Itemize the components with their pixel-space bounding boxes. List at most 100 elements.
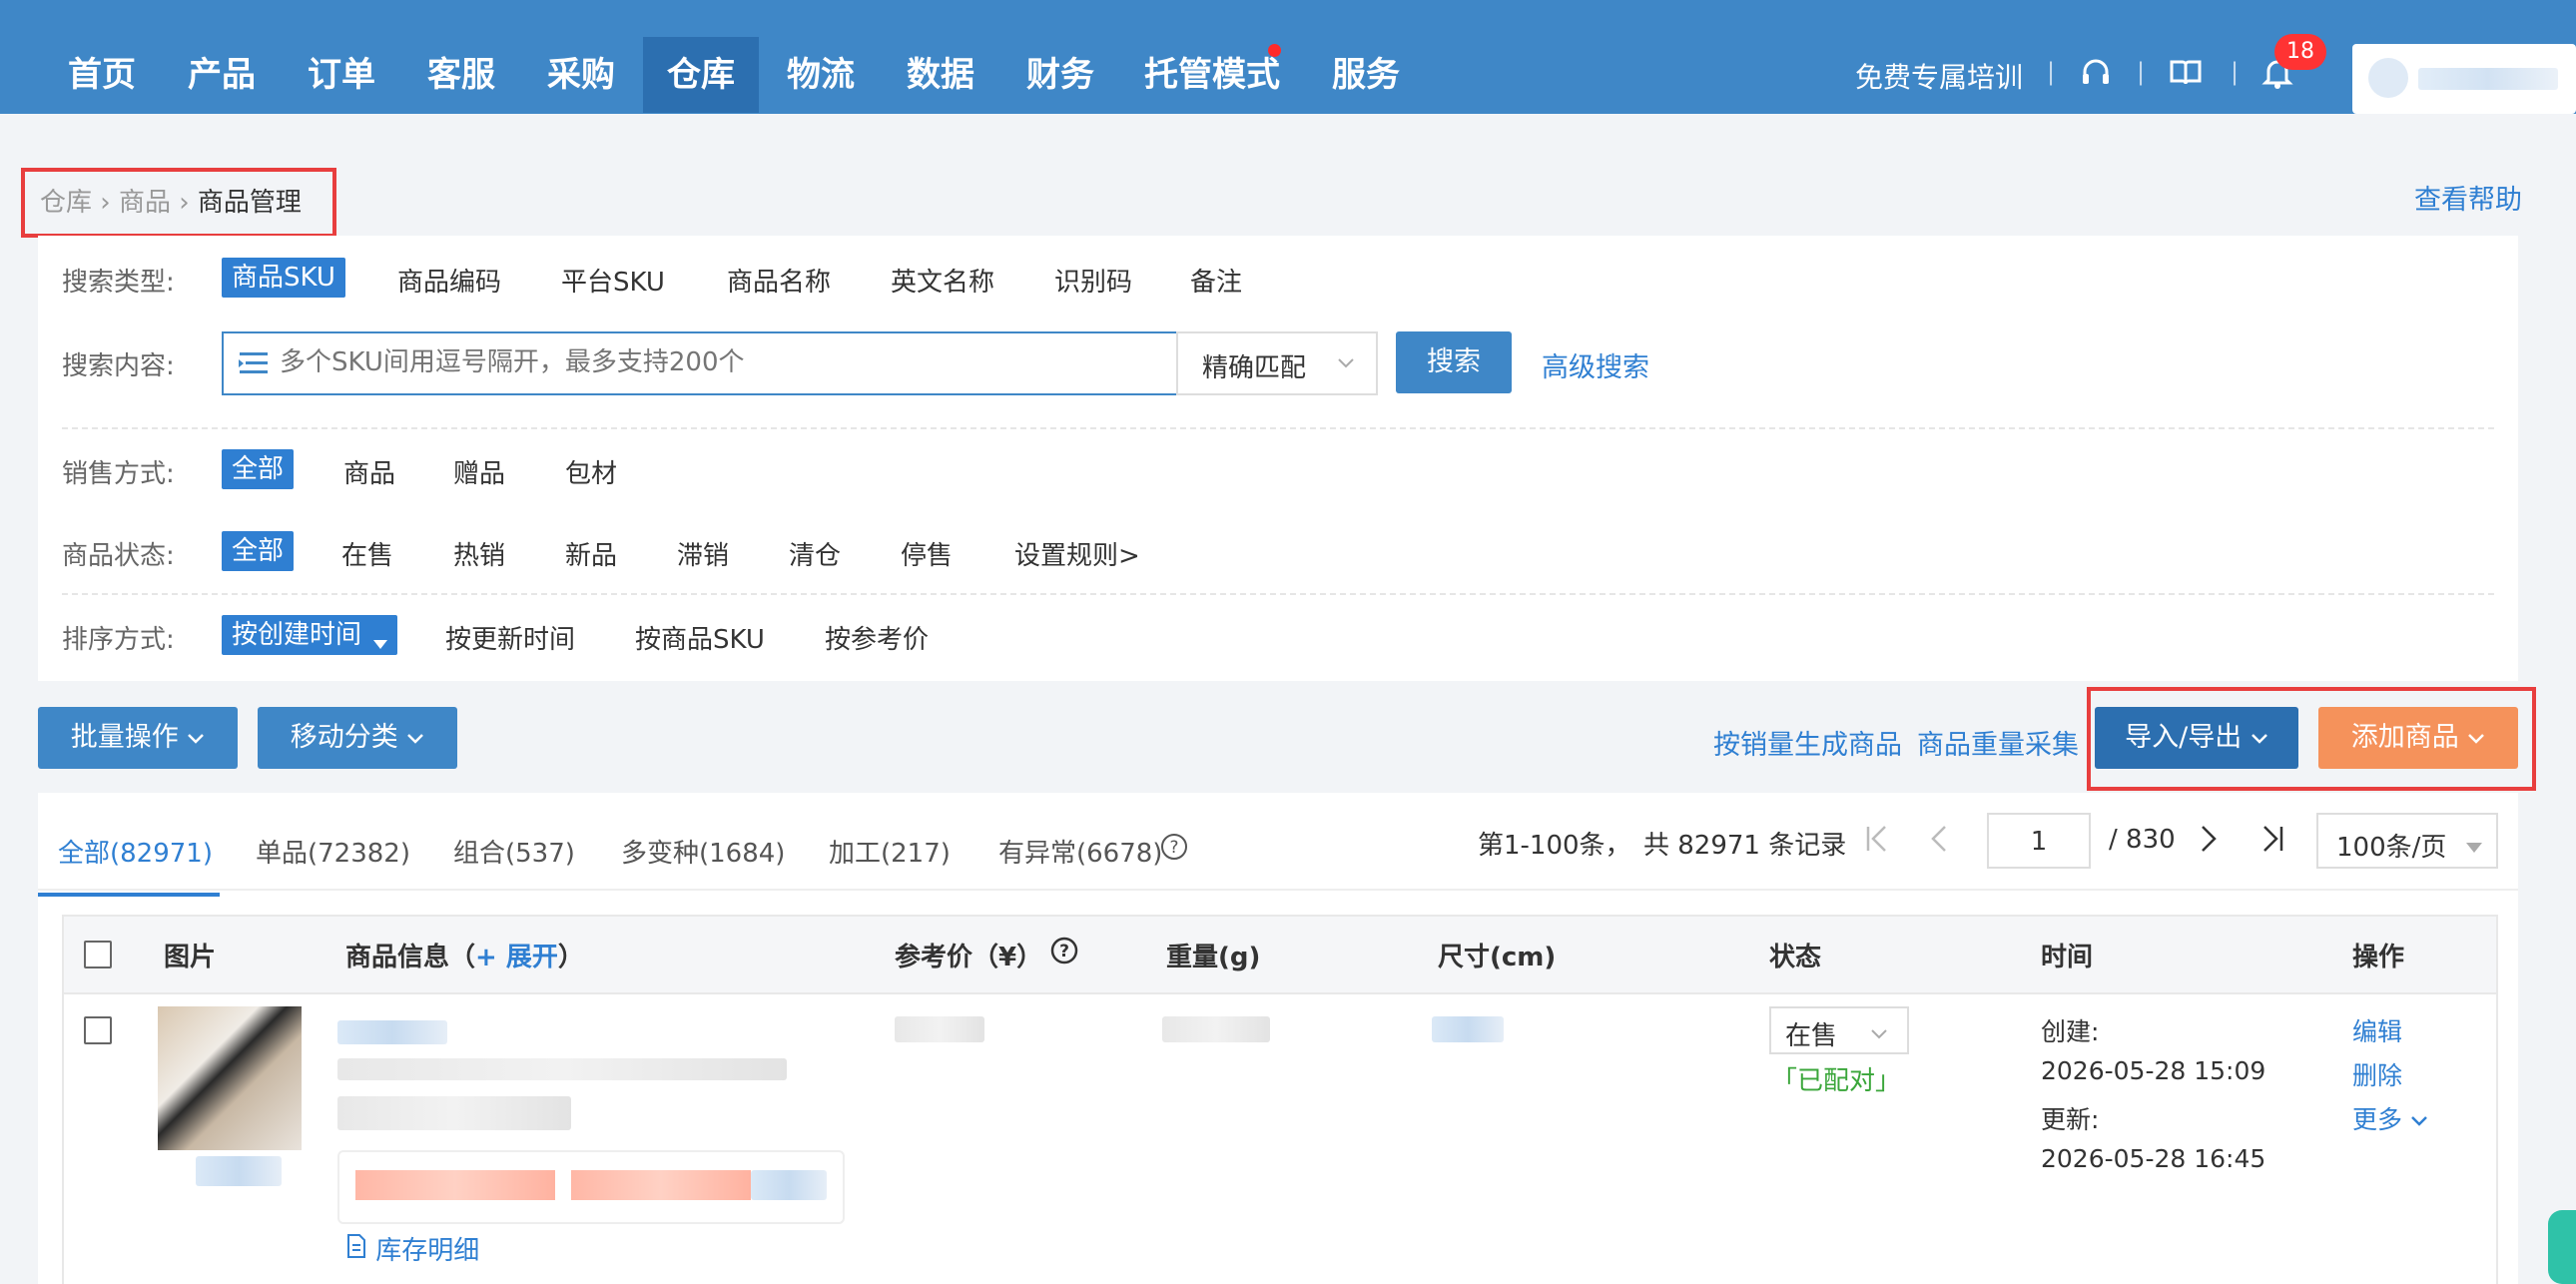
- search-type-option-english-name[interactable]: 英文名称: [891, 262, 994, 299]
- col-image: 图片: [164, 943, 217, 972]
- next-page-icon[interactable]: [2197, 823, 2221, 862]
- nav-item-finance[interactable]: 财务: [1002, 37, 1118, 113]
- nav-item-product[interactable]: 产品: [164, 37, 280, 113]
- batch-operation-button[interactable]: 批量操作: [38, 707, 238, 769]
- set-rules-link[interactable]: 设置规则>: [1014, 535, 1140, 572]
- generate-by-sales-link[interactable]: 按销量生成商品: [1713, 723, 1902, 762]
- sort-option-sku[interactable]: 按商品SKU: [635, 619, 765, 656]
- search-type-option-identifier[interactable]: 识别码: [1054, 262, 1132, 299]
- expand-link[interactable]: + 展开: [475, 943, 558, 972]
- divider: |: [2047, 58, 2056, 86]
- nav-item-order[interactable]: 订单: [284, 37, 399, 113]
- search-text-field[interactable]: [278, 341, 1160, 383]
- delete-link[interactable]: 删除: [2352, 1056, 2402, 1092]
- prev-page-icon[interactable]: [1927, 823, 1951, 862]
- chevron-down-icon: [2251, 722, 2268, 753]
- search-button[interactable]: 搜索: [1396, 331, 1512, 393]
- status-option-slow[interactable]: 滞销: [677, 535, 729, 572]
- status-option-all[interactable]: 全部: [222, 531, 295, 571]
- tab-single[interactable]: 单品(72382): [256, 833, 410, 870]
- search-type-option-sku[interactable]: 商品SKU: [222, 258, 345, 298]
- product-title-redacted: [337, 1058, 787, 1080]
- nav-item-service-center[interactable]: 客服: [403, 37, 519, 113]
- help-link[interactable]: 查看帮助: [2414, 178, 2522, 217]
- breadcrumb-item[interactable]: 商品: [119, 188, 171, 218]
- book-icon[interactable]: [2169, 58, 2203, 88]
- question-circle-icon[interactable]: ?: [1160, 833, 1188, 868]
- nav-item-services[interactable]: 服务: [1308, 37, 1424, 113]
- col-ops: 操作: [2352, 943, 2405, 972]
- nav-item-logistics[interactable]: 物流: [763, 37, 879, 113]
- add-product-label: 添加商品: [2350, 722, 2459, 753]
- col-size: 尺寸(cm): [1438, 943, 1557, 972]
- user-account-box[interactable]: [2352, 44, 2576, 114]
- match-mode-select[interactable]: 精确匹配: [1176, 331, 1378, 395]
- created-time: 2026-05-28 15:09: [2041, 1056, 2266, 1085]
- sale-mode-option-gift[interactable]: 赠品: [453, 453, 505, 490]
- tab-combo[interactable]: 组合(537): [453, 833, 575, 870]
- status-option-hot[interactable]: 热销: [453, 535, 505, 572]
- platform-tag-redacted: [751, 1170, 827, 1200]
- floating-help-tab[interactable]: [2548, 1210, 2576, 1284]
- col-info-label: 商品信息（: [345, 943, 476, 972]
- document-icon: [345, 1234, 367, 1266]
- sort-label: 排序方式:: [62, 625, 175, 655]
- status-option-new[interactable]: 新品: [565, 535, 617, 572]
- move-category-button[interactable]: 移动分类: [258, 707, 457, 769]
- tab-abnormal[interactable]: 有异常(6678): [998, 833, 1162, 870]
- select-all-checkbox[interactable]: [84, 941, 112, 968]
- search-input[interactable]: [222, 331, 1180, 395]
- sale-mode-option-all[interactable]: 全部: [222, 449, 295, 489]
- import-export-button[interactable]: 导入/导出: [2095, 707, 2298, 769]
- col-info: 商品信息（+ 展开）: [345, 937, 584, 973]
- platform-tag-redacted: [571, 1170, 751, 1200]
- headset-icon[interactable]: [2079, 56, 2113, 90]
- row-checkbox[interactable]: [84, 1016, 112, 1044]
- advanced-search-link[interactable]: 高级搜索: [1542, 345, 1649, 384]
- sort-option-created[interactable]: 按创建时间: [222, 615, 398, 655]
- first-page-icon[interactable]: [1863, 823, 1891, 862]
- more-dropdown[interactable]: 更多: [2352, 1100, 2428, 1136]
- breadcrumb-item[interactable]: 仓库: [40, 188, 92, 218]
- status-option-stopped[interactable]: 停售: [901, 535, 953, 572]
- col-price: 参考价（¥）: [895, 943, 1043, 972]
- col-info-close: ）: [557, 943, 584, 972]
- import-export-label: 导入/导出: [2125, 722, 2243, 753]
- search-type-option-platform-sku[interactable]: 平台SKU: [561, 262, 665, 299]
- sale-mode-option-packaging[interactable]: 包材: [565, 453, 617, 490]
- sort-option-price[interactable]: 按参考价: [825, 619, 929, 656]
- search-content-label: 搜索内容:: [62, 351, 175, 381]
- last-page-icon[interactable]: [2258, 823, 2286, 862]
- status-option-on-sale[interactable]: 在售: [341, 535, 393, 572]
- stock-detail-link[interactable]: 库存明细: [345, 1230, 479, 1267]
- total-records: 共 82971 条记录: [1643, 831, 1847, 861]
- sale-mode-option-product[interactable]: 商品: [343, 453, 395, 490]
- nav-item-warehouse[interactable]: 仓库: [643, 37, 759, 113]
- tab-variants[interactable]: 多变种(1684): [621, 833, 785, 870]
- page-range: 第1-100条，: [1478, 831, 1631, 861]
- nav-item-purchase[interactable]: 采购: [523, 37, 639, 113]
- weight-collect-link[interactable]: 商品重量采集: [1917, 723, 2079, 762]
- sort-option-updated[interactable]: 按更新时间: [445, 619, 575, 656]
- batch-operation-label: 批量操作: [70, 722, 179, 753]
- page-size-select[interactable]: 100条/页: [2316, 813, 2498, 869]
- edit-link[interactable]: 编辑: [2352, 1012, 2402, 1048]
- nav-item-home[interactable]: 首页: [44, 37, 160, 113]
- product-sku-redacted: [196, 1156, 282, 1186]
- tab-processing[interactable]: 加工(217): [829, 833, 951, 870]
- price-redacted: [895, 1016, 984, 1042]
- search-type-option-code[interactable]: 商品编码: [397, 262, 501, 299]
- updated-label: 更新:: [2041, 1105, 2100, 1134]
- page-number-input[interactable]: 1: [1987, 813, 2091, 869]
- add-product-button[interactable]: 添加商品: [2318, 707, 2518, 769]
- search-type-option-name[interactable]: 商品名称: [727, 262, 831, 299]
- product-thumbnail[interactable]: [158, 1006, 302, 1150]
- search-type-option-remark[interactable]: 备注: [1190, 262, 1242, 299]
- nav-item-data[interactable]: 数据: [883, 37, 998, 113]
- question-circle-icon[interactable]: ?: [1050, 937, 1078, 971]
- status-select[interactable]: 在售: [1769, 1006, 1909, 1054]
- tab-all[interactable]: 全部(82971): [58, 833, 213, 870]
- chevron-down-icon: [1869, 1020, 1889, 1050]
- free-training-link[interactable]: 免费专属培训: [1855, 56, 2023, 96]
- status-option-clearance[interactable]: 清仓: [789, 535, 841, 572]
